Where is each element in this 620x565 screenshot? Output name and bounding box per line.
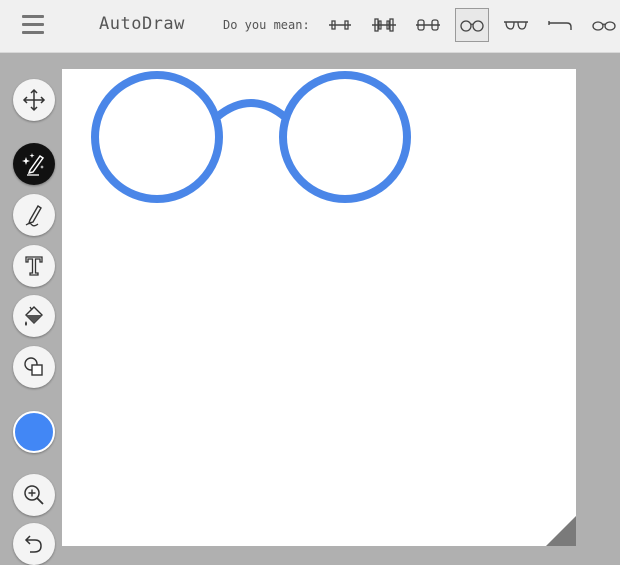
paint-bucket-icon xyxy=(25,306,43,326)
suggestion-round-eyeglasses[interactable] xyxy=(455,8,489,42)
round-eyeglasses-drawing[interactable] xyxy=(62,69,576,546)
drawing-canvas[interactable] xyxy=(62,69,576,546)
tool-sidebar xyxy=(0,53,62,565)
suggestion-label: Do you mean: xyxy=(223,18,310,32)
pipe-icon xyxy=(548,21,572,30)
top-bar: AutoDraw Do you mean: xyxy=(0,0,620,53)
suggestion-dumbbell-thin[interactable] xyxy=(323,8,357,42)
suggestion-eyeglasses[interactable] xyxy=(587,8,620,42)
right-lens xyxy=(279,71,411,203)
canvas-resize-handle[interactable] xyxy=(546,516,576,546)
move-arrows-icon xyxy=(22,88,46,112)
shapes-icon xyxy=(24,357,43,376)
app-title: AutoDraw xyxy=(99,14,185,34)
pencil-icon xyxy=(25,205,42,227)
suggestion-sunglasses[interactable] xyxy=(499,8,533,42)
text-t-icon xyxy=(25,256,43,276)
magic-pencil-icon xyxy=(22,153,45,176)
suggestion-dumbbell[interactable] xyxy=(367,8,401,42)
dumbbell-thin-icon xyxy=(329,20,351,30)
dumbbell-rounded-icon xyxy=(416,19,440,31)
left-lens xyxy=(91,71,223,203)
suggestion-pipe[interactable] xyxy=(543,8,577,42)
draw-tool-button[interactable] xyxy=(13,194,55,236)
autodraw-tool-button[interactable] xyxy=(13,143,55,185)
glasses-bridge xyxy=(214,99,288,121)
sunglasses-icon xyxy=(504,21,528,30)
suggestion-dumbbell-rounded[interactable] xyxy=(411,8,445,42)
zoom-tool-button[interactable] xyxy=(13,474,55,516)
eyeglasses-icon xyxy=(592,21,616,31)
dumbbell-icon xyxy=(372,18,396,32)
undo-icon xyxy=(24,535,42,553)
type-tool-button[interactable] xyxy=(13,245,55,287)
fill-tool-button[interactable] xyxy=(13,295,55,337)
shape-tool-button[interactable] xyxy=(13,346,55,388)
round-glasses-icon xyxy=(460,20,484,32)
hamburger-icon[interactable] xyxy=(22,15,44,35)
move-tool-button[interactable] xyxy=(13,79,55,121)
color-picker-button[interactable] xyxy=(13,411,55,453)
zoom-in-icon xyxy=(24,485,44,505)
